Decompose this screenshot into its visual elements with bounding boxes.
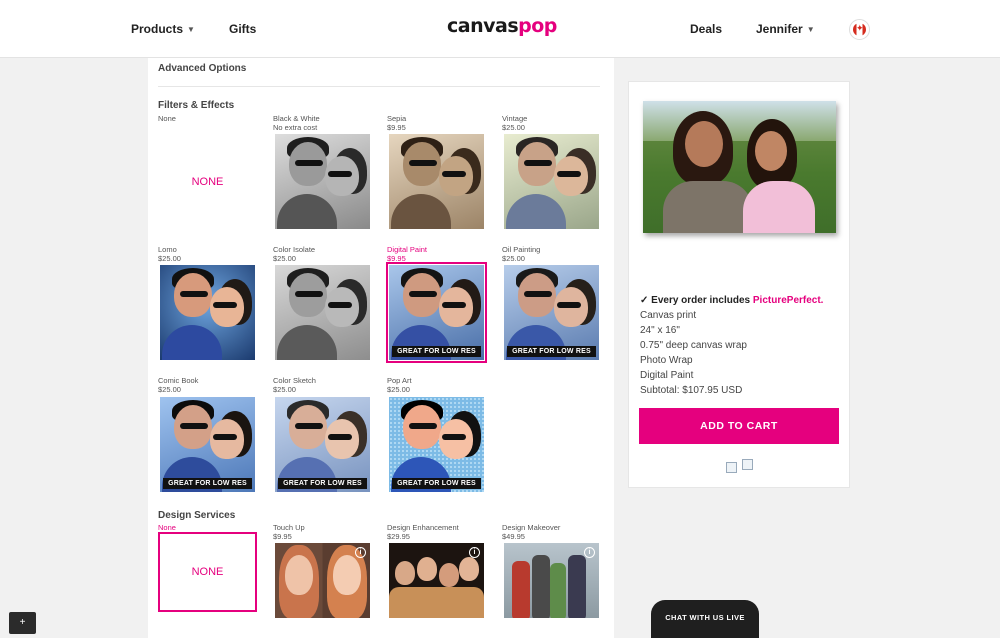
filter-pop-art-label: Pop Art [387,376,412,385]
filter-none-label: None [158,114,176,123]
filter-comic-book-price: $25.00 [158,385,181,394]
nav-products-label: Products [131,22,184,36]
user-menu[interactable]: Jennifer ▼ [756,22,815,36]
design-makeover-thumb[interactable]: i [504,543,599,618]
add-to-cart-button[interactable]: ADD TO CART [639,408,839,444]
filter-comic-book-thumb[interactable]: GREAT FOR LOW RES [160,397,255,492]
filter-bw-price: No extra cost [273,123,318,132]
expand-plus-button[interactable]: + [9,612,36,634]
design-touch-up-thumb[interactable]: i [275,543,370,618]
filter-lomo-price: $25.00 [158,254,181,263]
nav-deals[interactable]: Deals [690,22,722,36]
filter-sepia-thumb[interactable] [389,134,484,229]
design-touch-up-label: Touch Up [273,523,305,532]
design-services-title: Design Services [158,510,236,521]
design-makeover-label: Design Makeover [502,523,561,532]
filter-color-isolate-thumb[interactable] [275,265,370,360]
info-icon[interactable]: i [355,547,366,558]
options-panel: Advanced Options Filters & Effects None … [148,58,614,638]
design-touch-up-price: $9.95 [273,532,292,541]
order-line-wrap: Photo Wrap [640,355,693,366]
design-none-option[interactable]: NONE [158,532,257,612]
filter-lomo-thumb[interactable] [160,265,255,360]
filter-color-isolate-price: $25.00 [273,254,296,263]
divider [158,86,600,87]
picture-perfect-note: ✓ Every order includes PicturePerfect. [640,293,823,308]
filter-oil-painting-label: Oil Painting [502,245,541,254]
filter-digital-paint-price: $9.95 [387,254,406,263]
low-res-badge: GREAT FOR LOW RES [392,346,481,357]
advanced-options-title: Advanced Options [158,63,247,74]
nav-products[interactable]: Products ▼ [131,22,195,36]
picture-perfect-prefix: ✓ Every order includes [640,295,753,306]
filter-oil-painting-price: $25.00 [502,254,525,263]
logo-text-canvas: canvas [447,15,519,37]
filter-color-isolate-label: Color Isolate [273,245,316,254]
filter-vintage-thumb[interactable] [504,134,599,229]
design-enhancement-price: $29.95 [387,532,410,541]
filter-pop-art-price: $25.00 [387,385,410,394]
filter-bw-label: Black & White [273,114,320,123]
filters-title: Filters & Effects [158,100,235,111]
filter-color-sketch-price: $25.00 [273,385,296,394]
filter-sepia-price: $9.95 [387,123,406,132]
chevron-down-icon: ▼ [187,25,195,34]
filter-lomo-label: Lomo [158,245,177,254]
design-makeover-price: $49.95 [502,532,525,541]
chat-with-us-button[interactable]: CHAT WITH US LIVE [651,600,759,638]
canvas-preview-image [643,101,836,233]
info-icon[interactable]: i [469,547,480,558]
filter-pop-art-thumb[interactable]: GREAT FOR LOW RES [389,397,484,492]
nav-gifts[interactable]: Gifts [229,22,256,36]
filter-vintage-label: Vintage [502,114,528,123]
filter-digital-paint-thumb[interactable]: GREAT FOR LOW RES [386,262,487,363]
low-res-badge: GREAT FOR LOW RES [163,478,252,489]
logo[interactable]: canvaspop [447,15,557,37]
broken-image-icon [726,462,737,473]
order-subtotal: Subtotal: $107.95 USD [640,385,743,396]
chevron-down-icon: ▼ [806,25,815,34]
picture-perfect-brand: PicturePerfect. [752,295,824,306]
filter-bw-thumb[interactable] [275,134,370,229]
filter-sepia-label: Sepia [387,114,407,123]
filter-color-sketch-label: Color Sketch [273,376,316,385]
order-line-size: 24" x 16" [640,325,680,336]
low-res-badge: GREAT FOR LOW RES [392,478,481,489]
logo-text-pop: pop [518,15,557,37]
canada-flag-icon[interactable] [849,19,870,40]
order-line-depth: 0.75" deep canvas wrap [640,340,747,351]
user-name: Jennifer [756,22,803,36]
filter-none-option[interactable]: NONE [160,134,255,229]
filter-oil-painting-thumb[interactable]: GREAT FOR LOW RES [504,265,599,360]
order-line-product: Canvas print [640,310,697,321]
site-header: Products ▼ Gifts canvaspop Deals Jennifer… [0,0,1000,58]
filter-comic-book-label: Comic Book [158,376,199,385]
design-enhancement-label: Design Enhancement [387,523,459,532]
order-summary-panel: ✓ Every order includes PicturePerfect. C… [628,81,850,488]
filter-vintage-price: $25.00 [502,123,525,132]
filter-color-sketch-thumb[interactable]: GREAT FOR LOW RES [275,397,370,492]
order-line-filter: Digital Paint [640,370,694,381]
info-icon[interactable]: i [584,547,595,558]
low-res-badge: GREAT FOR LOW RES [278,478,367,489]
filter-digital-paint-label: Digital Paint [387,245,428,254]
low-res-badge: GREAT FOR LOW RES [507,346,596,357]
design-none-label: None [158,523,176,532]
design-enhancement-thumb[interactable]: i [389,543,484,618]
broken-image-icon [742,459,753,470]
